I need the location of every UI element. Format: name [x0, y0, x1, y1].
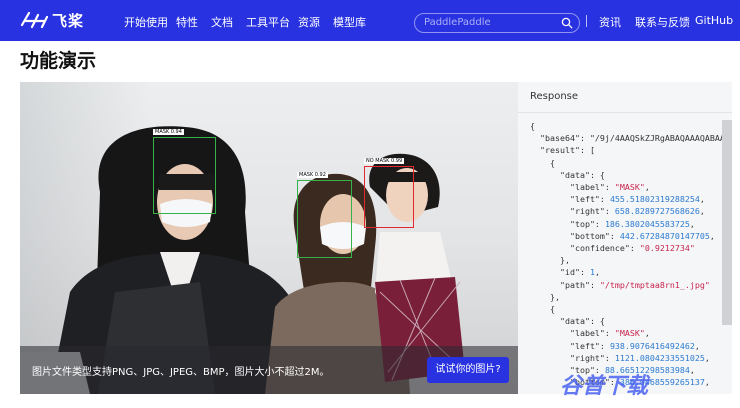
- watermark-logo: 谷普下载: [560, 374, 649, 399]
- upload-hint-text: 图片文件类型支持PNG、JPG、JPEG、BMP，图片大小不超过2M。: [32, 367, 330, 378]
- search-icon[interactable]: [561, 17, 573, 29]
- code-line: "left": 938.9076416492462,: [530, 340, 700, 351]
- code-line: "confidence": "0.9212734": [530, 243, 695, 254]
- detection-label: MASK 0.94: [153, 129, 184, 135]
- caption-bar: 图片文件类型支持PNG、JPG、JPEG、BMP，图片大小不超过2M。 试试你的…: [20, 346, 518, 394]
- response-title: Response: [530, 91, 579, 102]
- paddle-logo-icon: [20, 11, 48, 29]
- response-panel: Response { "base64": "/9j/4AAQSkZJRgABAQ…: [518, 82, 732, 394]
- detection-box-mask-1: MASK 0.94: [153, 129, 216, 214]
- logo[interactable]: 飞桨: [20, 9, 84, 31]
- response-divider: [518, 112, 732, 113]
- nav-link-tools[interactable]: 工具平台: [246, 14, 290, 30]
- code-line: {: [530, 121, 535, 131]
- code-line: "right": 658.8289727568626,: [530, 206, 705, 217]
- detection-box-no-mask: NO MASK 0.99: [364, 158, 414, 228]
- page-title: 功能演示: [20, 50, 97, 72]
- nav-link-resources[interactable]: 资源: [298, 14, 320, 30]
- nav-link-get-started[interactable]: 开始使用: [124, 14, 168, 30]
- logo-text: 飞桨: [52, 11, 85, 30]
- code-line: "result": [: [530, 145, 595, 156]
- code-line: "top": 186.3802045583725,: [530, 218, 695, 229]
- search-box[interactable]: PaddlePaddle: [414, 13, 580, 33]
- try-your-image-button[interactable]: 试试你的图片?: [427, 357, 509, 383]
- detection-label: NO MASK 0.99: [364, 158, 405, 164]
- code-line: "label": "MASK",: [530, 328, 650, 339]
- detection-box-mask-2: MASK 0.92: [297, 172, 352, 258]
- code-line: "id": 1,: [530, 267, 600, 278]
- detection-label: MASK 0.92: [297, 172, 328, 178]
- code-line: {: [530, 157, 555, 168]
- code-line: },: [530, 291, 560, 302]
- nav-divider: [586, 15, 587, 27]
- demo-image-panel: MASK 0.94 MASK 0.92 NO MASK 0.99 图片文件类型支…: [20, 82, 518, 394]
- code-line: "data": {: [530, 169, 605, 180]
- code-line: "left": 455.51802319288254,: [530, 194, 705, 205]
- nav-link-feedback[interactable]: 联系与反馈: [635, 14, 690, 30]
- code-line: "bottom": 442.67284870147705,: [530, 230, 715, 241]
- code-line: "right": 1121.0804233551025,: [530, 352, 710, 363]
- search-input[interactable]: PaddlePaddle: [424, 17, 491, 28]
- code-line: },: [530, 255, 570, 266]
- nav-link-model-zoo[interactable]: 模型库: [333, 14, 366, 30]
- code-line: "data": {: [530, 316, 605, 327]
- top-nav: 飞桨 开始使用 特性 文档 工具平台 资源 模型库 PaddlePaddle 资…: [0, 0, 740, 41]
- nav-link-features[interactable]: 特性: [176, 14, 198, 30]
- code-line: {: [530, 304, 555, 315]
- nav-link-docs[interactable]: 文档: [211, 14, 233, 30]
- code-line: "base64": "/9j/4AAQSkZJRgABAQAAAQABAAD: [530, 133, 730, 144]
- code-line: "label": "MASK",: [530, 182, 650, 193]
- response-json[interactable]: { "base64": "/9j/4AAQSkZJRgABAQAAAQABAAD…: [530, 120, 730, 388]
- nav-link-news[interactable]: 资讯: [599, 14, 621, 30]
- code-line: "path": "/tmp/tmptaa8rn1_.jpg": [530, 279, 710, 290]
- nav-link-github[interactable]: GitHub: [695, 14, 733, 27]
- scrollbar-thumb[interactable]: [722, 120, 732, 325]
